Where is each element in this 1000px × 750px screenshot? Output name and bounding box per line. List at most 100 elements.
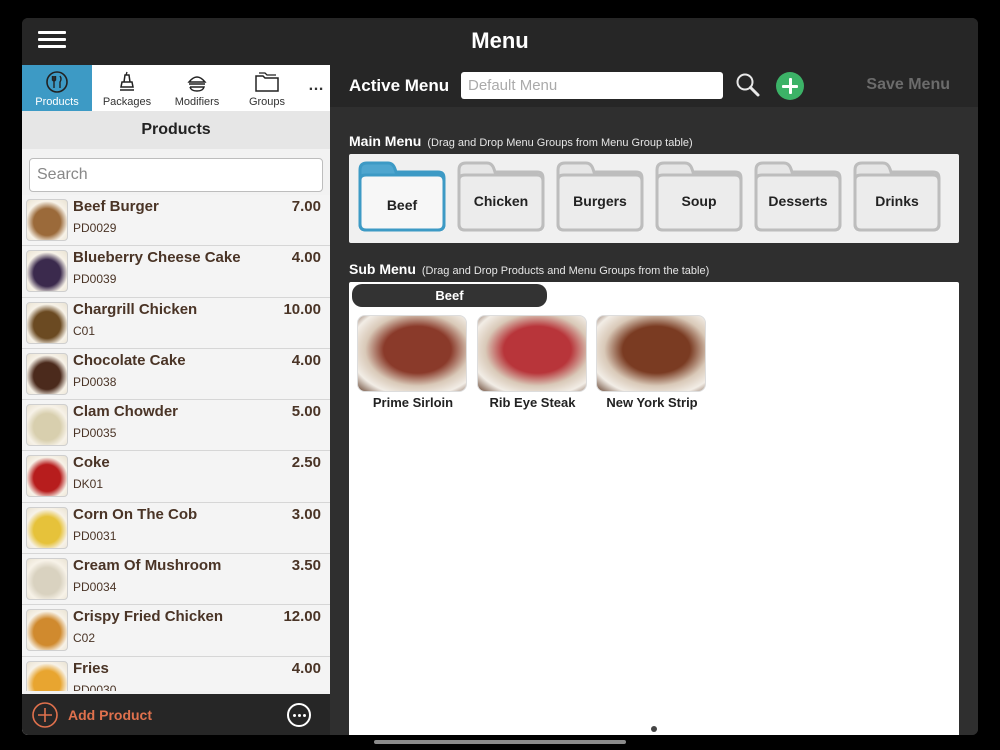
tab-label: Modifiers: [174, 96, 220, 108]
sub-menu-title: Sub Menu: [349, 261, 416, 277]
search-icon[interactable]: [735, 72, 761, 98]
products-panel: Products Packages Modifiers Groups … Pro…: [22, 65, 330, 735]
product-name: Clam Chowder: [73, 403, 179, 421]
steak-image: [357, 315, 467, 392]
tab-products[interactable]: Products: [22, 65, 92, 111]
main-menu-title: Main Menu: [349, 133, 422, 149]
menu-group-label: Soup: [681, 193, 717, 209]
tab-label: Products: [35, 96, 79, 108]
product-row[interactable]: Chocolate Cake PD0038 4.00: [22, 348, 330, 401]
product-thumbnail: [26, 199, 68, 241]
sub-menu-item[interactable]: New York Strip: [596, 315, 708, 410]
menu-group-folder[interactable]: Burgers: [556, 160, 644, 232]
main-menu-hint: (Drag and Drop Menu Groups from Menu Gro…: [427, 137, 693, 149]
search-box: [29, 158, 323, 192]
tab-label: Packages: [102, 96, 152, 108]
add-menu-button[interactable]: [776, 72, 804, 100]
menu-group-folder[interactable]: Desserts: [754, 160, 842, 232]
tab-groups[interactable]: Groups: [232, 65, 302, 111]
product-price: 4.00: [291, 249, 321, 267]
product-name: Blueberry Cheese Cake: [73, 249, 241, 267]
sub-menu-item-label: Prime Sirloin: [372, 395, 454, 410]
save-menu-button[interactable]: Save Menu: [866, 76, 950, 94]
folders-icon: [255, 72, 279, 92]
tab-label: Groups: [248, 96, 286, 108]
search-input[interactable]: [30, 159, 322, 191]
product-code: C01: [73, 323, 96, 338]
product-code: PD0039: [73, 272, 117, 287]
menu-group-folder[interactable]: Drinks: [853, 160, 941, 232]
active-menu-input[interactable]: [461, 72, 723, 99]
menu-group-label: Beef: [386, 197, 418, 213]
add-product-label: Add Product: [68, 707, 152, 723]
product-thumbnail: [26, 352, 68, 395]
product-name: Chocolate Cake: [73, 351, 186, 369]
menu-group-folder[interactable]: Soup: [655, 160, 743, 232]
product-list: Beef Burger PD0029 7.00 Blueberry Cheese Ca…: [22, 195, 330, 691]
product-price: 2.50: [291, 454, 321, 472]
product-row[interactable]: Blueberry Cheese Cake PD0039 4.00: [22, 246, 330, 298]
product-price: 5.00: [291, 403, 321, 421]
more-options-icon[interactable]: [287, 703, 311, 727]
sub-menu-item-label: New York Strip: [606, 395, 698, 410]
product-price: 4.00: [291, 659, 321, 677]
sub-menu-item[interactable]: Rib Eye Steak: [476, 315, 589, 410]
add-product-button[interactable]: Add Product: [32, 702, 152, 728]
product-thumbnail: [26, 609, 68, 652]
active-menu-bar: Active Menu Save Menu: [330, 65, 978, 107]
product-price: 10.00: [283, 300, 321, 318]
product-code: PD0038: [73, 374, 117, 389]
product-price: 7.00: [291, 198, 321, 215]
menu-group-label: Chicken: [473, 193, 529, 209]
product-name: Chargrill Chicken: [73, 300, 198, 318]
page-title: Menu: [471, 28, 529, 53]
product-row[interactable]: Clam Chowder PD0035 5.00: [22, 400, 330, 452]
add-circle-icon: [32, 702, 58, 728]
products-section-title: Products: [22, 111, 330, 149]
product-name: Crispy Fried Chicken: [73, 608, 224, 626]
steak-image: [476, 315, 587, 392]
more-tabs-button[interactable]: …: [302, 65, 330, 111]
menu-group-folder[interactable]: Chicken: [457, 160, 545, 232]
product-row[interactable]: Chargrill Chicken C01 10.00: [22, 297, 330, 349]
product-row[interactable]: Cream Of Mushroom PD0034 3.50: [22, 554, 330, 606]
tab-modifiers[interactable]: Modifiers: [162, 65, 232, 111]
packages-icon: [120, 71, 134, 91]
product-code: PD0030: [73, 682, 117, 691]
product-row[interactable]: Beef Burger PD0029 7.00: [22, 195, 330, 247]
sub-menu-group-header: Beef: [352, 284, 547, 307]
product-code: PD0035: [73, 426, 117, 441]
sub-menu-item-label: Rib Eye Steak: [489, 395, 576, 410]
top-navigation-bar: Menu: [22, 18, 978, 65]
product-thumbnail: [26, 660, 68, 691]
folder-icon: [358, 161, 446, 232]
product-code: PD0029: [73, 221, 117, 235]
product-row[interactable]: Coke DK01 2.50: [22, 451, 330, 503]
product-row[interactable]: Corn On The Cob PD0031 3.00: [22, 502, 330, 555]
main-menu-groups: Beef Chicken Burgers Soup Desserts Drinks: [349, 154, 959, 243]
sub-menu-heading: Sub Menu (Drag and Drop Products and Menu…: [349, 261, 709, 277]
product-row[interactable]: Fries PD0030 4.00: [22, 656, 330, 691]
product-code: PD0031: [73, 528, 117, 543]
menu-editor-panel: Active Menu Save Menu Main Menu (Drag and…: [330, 65, 978, 735]
menu-group-label: Desserts: [768, 193, 828, 209]
products-footer-bar: Add Product: [22, 694, 330, 735]
main-menu-heading: Main Menu (Drag and Drop Menu Groups from…: [349, 133, 693, 149]
product-thumbnail: [26, 455, 68, 498]
product-name: Fries: [73, 659, 109, 677]
tab-packages[interactable]: Packages: [92, 65, 162, 111]
product-price: 4.00: [291, 351, 321, 369]
product-thumbnail: [26, 404, 68, 447]
menu-group-label: Drinks: [875, 193, 919, 209]
menu-group-label: Burgers: [573, 193, 627, 209]
sub-menu-item[interactable]: Prime Sirloin: [357, 315, 469, 410]
ipad-screen: Menu Products Packages Modifiers Groups …: [22, 18, 978, 735]
sub-menu-area: Beef Prime Sirloin Rib Eye Steak New York …: [349, 282, 959, 735]
product-row[interactable]: Crispy Fried Chicken C02 12.00: [22, 605, 330, 657]
product-price: 3.00: [291, 505, 321, 523]
product-thumbnail: [26, 506, 68, 549]
product-thumbnail: [26, 301, 68, 344]
menu-group-folder[interactable]: Beef: [358, 160, 446, 232]
product-name: Corn On The Cob: [73, 505, 198, 523]
product-name: Coke: [73, 454, 110, 472]
